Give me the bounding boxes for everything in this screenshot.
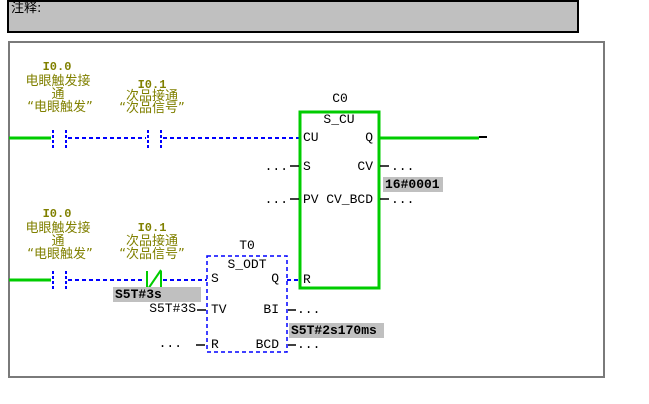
timer-type-label: S_ODT (227, 258, 266, 271)
operand-address[interactable]: I0.0 (43, 61, 72, 73)
counter-port-pv: PV (303, 193, 319, 206)
timer-bcd-monitor-value: S5T#2s170ms (289, 323, 384, 338)
operand-symbol: “次品信号” (119, 102, 184, 115)
timer-port-bcd: BCD (256, 338, 279, 351)
counter-pv-operand-slot[interactable]: ... (265, 193, 288, 206)
ladder-editor-screen: 注释: (0, 0, 649, 404)
operand-symbol: “次品信号” (119, 248, 184, 261)
counter-port-cv: CV (357, 160, 373, 173)
contact-no-defect-rung1[interactable] (148, 130, 161, 148)
counter-port-r: R (303, 273, 311, 286)
timer-port-q: Q (271, 272, 279, 285)
timer-port-s: S (211, 272, 219, 285)
timer-bi-operand-slot[interactable]: ... (297, 303, 320, 316)
operand-symbol: “电眼触发” (27, 248, 92, 261)
timer-port-r: R (211, 338, 219, 351)
counter-port-q: Q (365, 131, 373, 144)
timer-tv-operand[interactable]: S5T#3S (149, 302, 196, 315)
contact-no-photo-eye-rung2[interactable] (53, 271, 66, 289)
timer-r-operand-slot[interactable]: ... (159, 337, 182, 350)
counter-port-s: S (303, 160, 311, 173)
operand-address[interactable]: I0.1 (138, 222, 167, 234)
contact-no-photo-eye-rung1[interactable] (53, 130, 66, 148)
operand-symbol: “电眼触发” (27, 101, 92, 114)
counter-cv-bcd-monitor-value: 16#0001 (383, 177, 443, 192)
counter-type-label: S_CU (323, 113, 354, 126)
wires-layer (0, 0, 649, 404)
counter-name[interactable]: C0 (332, 92, 348, 105)
timer-tv-monitor-value: S5T#3s (113, 287, 201, 302)
counter-port-cu: CU (303, 131, 319, 144)
timer-port-tv: TV (211, 303, 227, 316)
operand-address[interactable]: I0.0 (43, 208, 72, 220)
counter-s-operand-slot[interactable]: ... (265, 160, 288, 173)
counter-cv-operand-slot[interactable]: ... (391, 160, 414, 173)
timer-name[interactable]: T0 (239, 239, 255, 252)
counter-q-output-wire (379, 137, 487, 138)
counter-port-cv-bcd: CV_BCD (326, 193, 373, 206)
timer-port-bi: BI (263, 303, 279, 316)
timer-bcd-operand-slot[interactable]: ... (297, 338, 320, 351)
counter-cv-bcd-operand-slot[interactable]: ... (391, 193, 414, 206)
